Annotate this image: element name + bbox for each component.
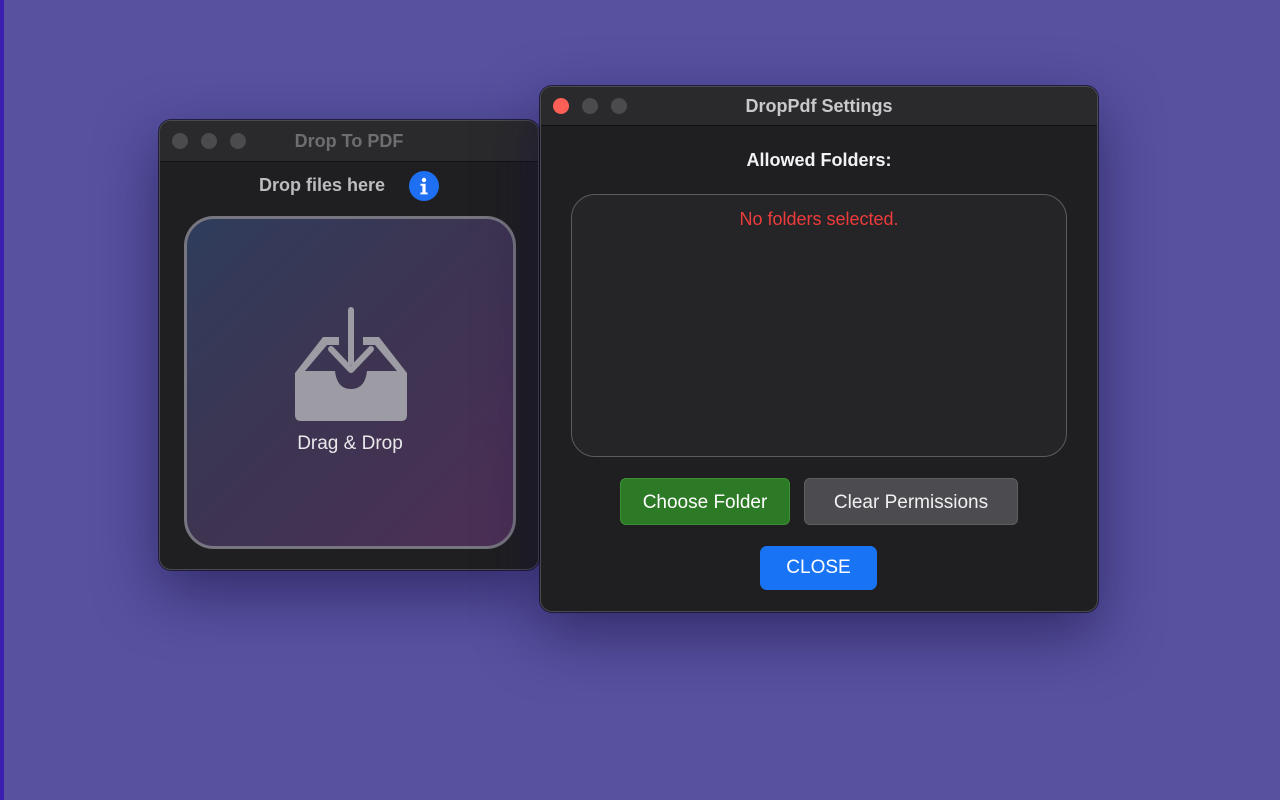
allowed-folders-list[interactable]: No folders selected. [571, 194, 1067, 457]
drop-window-titlebar[interactable]: Drop To PDF [160, 121, 538, 162]
settings-window: DropPdf Settings Allowed Folders: No fol… [540, 86, 1098, 612]
drop-heading: Drop files here [259, 175, 386, 195]
drop-zone-label: Drag & Drop [297, 433, 403, 454]
drop-zone[interactable]: Drag & Drop [184, 216, 516, 549]
desktop-edge [0, 0, 4, 800]
close-button[interactable]: CLOSE [760, 546, 877, 590]
window-title: Drop To PDF [294, 131, 404, 151]
choose-folder-button[interactable]: Choose Folder [620, 478, 790, 525]
allowed-folders-label: Allowed Folders: [746, 150, 892, 170]
clear-permissions-button[interactable]: Clear Permissions [804, 478, 1018, 525]
drop-to-pdf-window: Drop To PDF Drop files here Drag & Drop [159, 120, 539, 570]
window-title: DropPdf Settings [745, 96, 893, 116]
empty-folders-message: No folders selected. [739, 209, 899, 229]
settings-window-titlebar[interactable]: DropPdf Settings [541, 87, 1097, 126]
info-icon[interactable] [409, 171, 439, 201]
tray-download-icon [295, 307, 407, 421]
